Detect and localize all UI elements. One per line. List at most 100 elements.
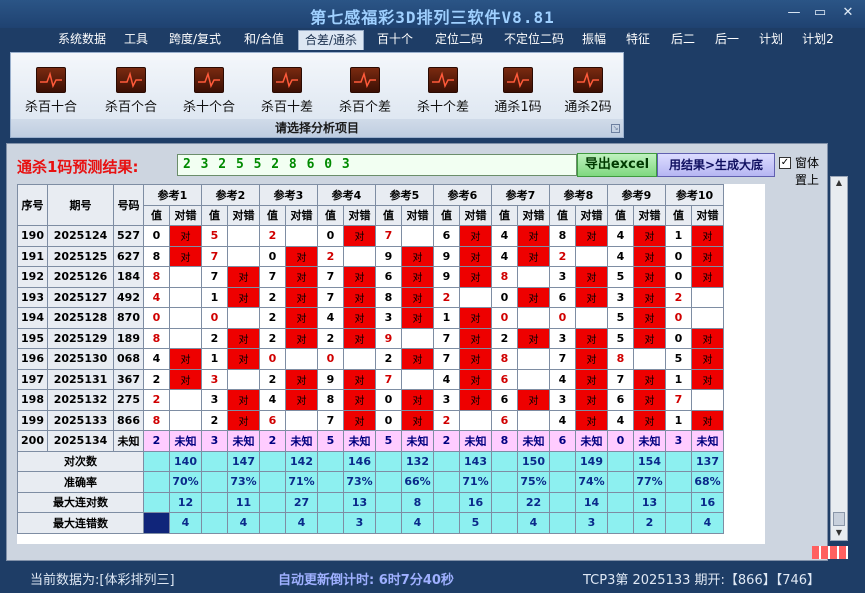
cell-value: 2 [433, 430, 460, 452]
header-result: 对错 [575, 204, 608, 226]
data-grid[interactable]: 序号 期号 号码 参考1 参考2 参考3 参考4 参考5 参考6 参考7 参考8 参考9 参考10 值对错… [17, 184, 765, 544]
cell-hit: 对 [633, 225, 666, 247]
cell-value: 8 [375, 286, 402, 308]
generate-base-button[interactable]: 用结果>生成大底 [657, 153, 775, 177]
prediction-result-field[interactable]: 2 3 2 5 5 2 8 6 0 3 [177, 154, 577, 176]
row-number: 068 [113, 348, 144, 370]
export-excel-button[interactable]: 导出excel [577, 153, 657, 177]
cell-value: 8 [143, 245, 170, 267]
menu-diff-kill[interactable]: 合差/通杀 [298, 30, 364, 50]
cell-hit: 对 [227, 286, 260, 308]
table-row[interactable]: 190 2025124 527 0 对 5 2 0 对 7 6 对 4 对 8 对 4 对 1 对 [17, 225, 724, 247]
cell-miss [169, 389, 202, 411]
header-ref[interactable]: 参考6 [433, 184, 492, 206]
scroll-up-icon[interactable]: ▲ [833, 178, 845, 188]
table-row[interactable]: 197 2025131 367 2 对 3 2 对 9 对 7 4 对 6 4 对 7 对 1 对 [17, 368, 724, 390]
cell-miss [633, 348, 666, 370]
cell-value: 1 [201, 286, 228, 308]
stat-spacer [259, 471, 286, 493]
menu-last-two[interactable]: 后二 [664, 30, 702, 50]
table-row[interactable]: 194 2025128 870 0 0 2 对 4 对 3 对 1 对 0 0 5 对 0 [17, 307, 724, 329]
cell-value: 5 [317, 430, 344, 452]
row-period: 2025127 [47, 286, 114, 308]
menu-digits[interactable]: 百十个 [370, 30, 420, 50]
scroll-thumb[interactable] [833, 512, 845, 526]
menu-plan2[interactable]: 计划2 [796, 30, 840, 50]
cell-hit: 对 [343, 409, 376, 431]
menu-amplitude[interactable]: 振幅 [576, 30, 612, 50]
stat-value: 73% [227, 471, 260, 493]
ribbon-expand-icon[interactable]: ↘ [611, 124, 620, 133]
ribbon-kill-bg-sum-button[interactable]: 杀百个合 [95, 67, 167, 117]
menu-tools[interactable]: 工具 [118, 30, 154, 50]
header-ref[interactable]: 参考8 [549, 184, 608, 206]
ribbon-kill-two-button[interactable]: 通杀2码 [555, 67, 621, 117]
vertical-scrollbar[interactable]: ▲ ▼ [830, 176, 848, 541]
scroll-down-icon[interactable]: ▼ [833, 528, 845, 538]
table-row[interactable]: 196 2025130 068 4 对 1 对 0 0 2 对 7 对 8 7 对 8 5 对 [17, 348, 724, 370]
header-ref[interactable]: 参考5 [375, 184, 434, 206]
prediction-row[interactable]: 200 2025134 未知 2 未知 3 未知 2 未知 5 未知 5 未知 2 未知 8 未知 6 未知 0 未知 3… [17, 430, 724, 452]
header-period[interactable]: 期号 [47, 184, 114, 226]
cell-hit: 对 [459, 389, 492, 411]
cell-hit: 对 [575, 286, 608, 308]
header-ref[interactable]: 参考10 [665, 184, 724, 206]
cell-hit: 对 [633, 286, 666, 308]
menu-last-one[interactable]: 后一 [708, 30, 746, 50]
menu-unfixed-two[interactable]: 不定位二码 [498, 30, 570, 50]
maximize-button[interactable]: ▭ [808, 4, 832, 22]
stat-spacer [259, 491, 286, 513]
stat-spacer [549, 512, 576, 534]
ribbon-kill-bg-diff-button[interactable]: 杀百个差 [329, 67, 401, 117]
header-ref[interactable]: 参考1 [143, 184, 202, 206]
ribbon-kill-bs-diff-button[interactable]: 杀百十差 [251, 67, 323, 117]
cell-miss [343, 348, 376, 370]
header-ref[interactable]: 参考9 [607, 184, 666, 206]
results-table: 序号 期号 号码 参考1 参考2 参考3 参考4 参考5 参考6 参考7 参考8 参考9 参考10 值对错… [17, 184, 724, 534]
header-ref[interactable]: 参考2 [201, 184, 260, 206]
cell-hit: 对 [343, 368, 376, 390]
menu-plan[interactable]: 计划 [752, 30, 790, 50]
header-result: 对错 [459, 204, 492, 226]
chart-icon [573, 67, 603, 93]
cell-miss [459, 286, 492, 308]
pin-window-checkbox[interactable]: ✓ [779, 157, 791, 169]
menu-system-data[interactable]: 系统数据 [52, 30, 112, 50]
close-button[interactable]: ✕ [836, 4, 860, 22]
cell-unknown: 未知 [227, 430, 260, 452]
row-number: 367 [113, 368, 144, 390]
header-number[interactable]: 号码 [113, 184, 144, 226]
table-row[interactable]: 195 2025129 189 8 2 对 2 对 2 对 9 7 对 2 对 3 对 5 对 0 对 [17, 327, 724, 349]
header-ref[interactable]: 参考3 [259, 184, 318, 206]
table-row[interactable]: 193 2025127 492 4 1 对 2 对 7 对 8 对 2 0 对 6 对 3 对 2 [17, 286, 724, 308]
stat-value: 3 [575, 512, 608, 534]
stat-value: 14 [575, 491, 608, 513]
minimize-button[interactable]: — [782, 4, 806, 22]
table-row[interactable]: 198 2025132 275 2 3 对 4 对 8 对 0 对 3 对 6 对 3 对 6 对 7 [17, 389, 724, 411]
table-row[interactable]: 199 2025133 866 8 2 对 6 7 对 0 对 2 6 4 对 4 对 1 对 [17, 409, 724, 431]
menu-sum[interactable]: 和/合值 [236, 30, 292, 50]
menu-feature[interactable]: 特征 [618, 30, 658, 50]
ribbon-kill-sg-diff-button[interactable]: 杀十个差 [407, 67, 479, 117]
ribbon-kill-sg-sum-button[interactable]: 杀十个合 [173, 67, 245, 117]
header-ref[interactable]: 参考7 [491, 184, 550, 206]
cell-unknown: 未知 [691, 430, 724, 452]
cell-miss [401, 327, 434, 349]
ribbon-button-label: 杀百十差 [260, 100, 313, 115]
header-seq[interactable]: 序号 [17, 184, 48, 226]
cell-hit: 对 [517, 245, 550, 267]
table-row[interactable]: 191 2025125 627 8 对 7 0 对 2 9 对 9 对 4 对 2 4 对 0 对 [17, 245, 724, 267]
ribbon-kill-one-button[interactable]: 通杀1码 [485, 67, 551, 117]
cell-value: 7 [433, 348, 460, 370]
menu-fixed-two[interactable]: 定位二码 [426, 30, 492, 50]
cell-hit: 对 [633, 266, 666, 288]
ribbon-kill-bs-sum-button[interactable]: 杀百十合 [15, 67, 87, 117]
header-ref[interactable]: 参考4 [317, 184, 376, 206]
table-row[interactable]: 192 2025126 184 8 7 对 7 对 7 对 6 对 9 对 8 3 对 5 对 0 对 [17, 266, 724, 288]
stat-spacer [201, 471, 228, 493]
cell-value: 2 [433, 409, 460, 431]
cell-hit: 对 [459, 225, 492, 247]
header-value: 值 [317, 204, 344, 226]
header-value: 值 [665, 204, 692, 226]
menu-span[interactable]: 跨度/复式 [160, 30, 230, 50]
